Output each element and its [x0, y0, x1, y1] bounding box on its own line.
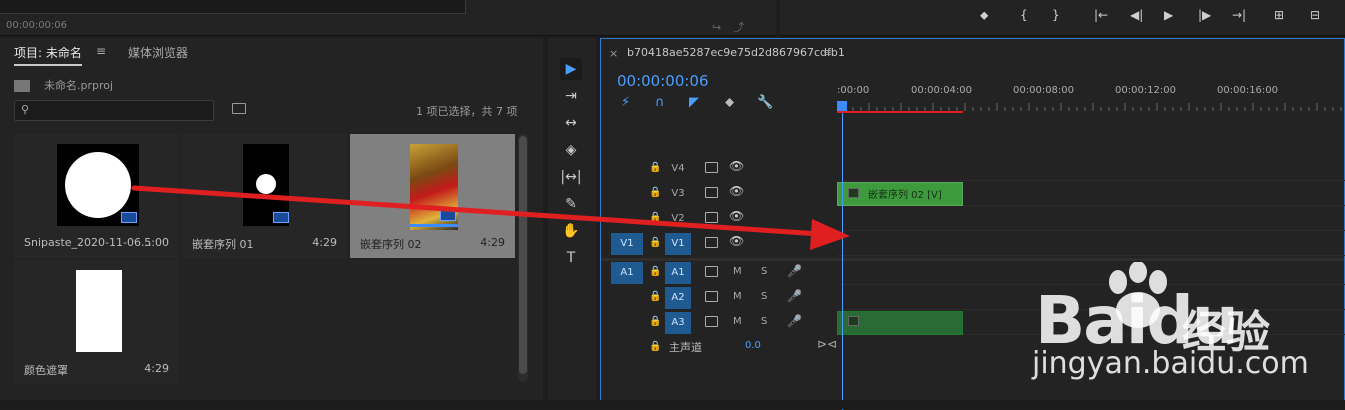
watermark-url: jingyan.baidu.com	[1032, 346, 1309, 381]
